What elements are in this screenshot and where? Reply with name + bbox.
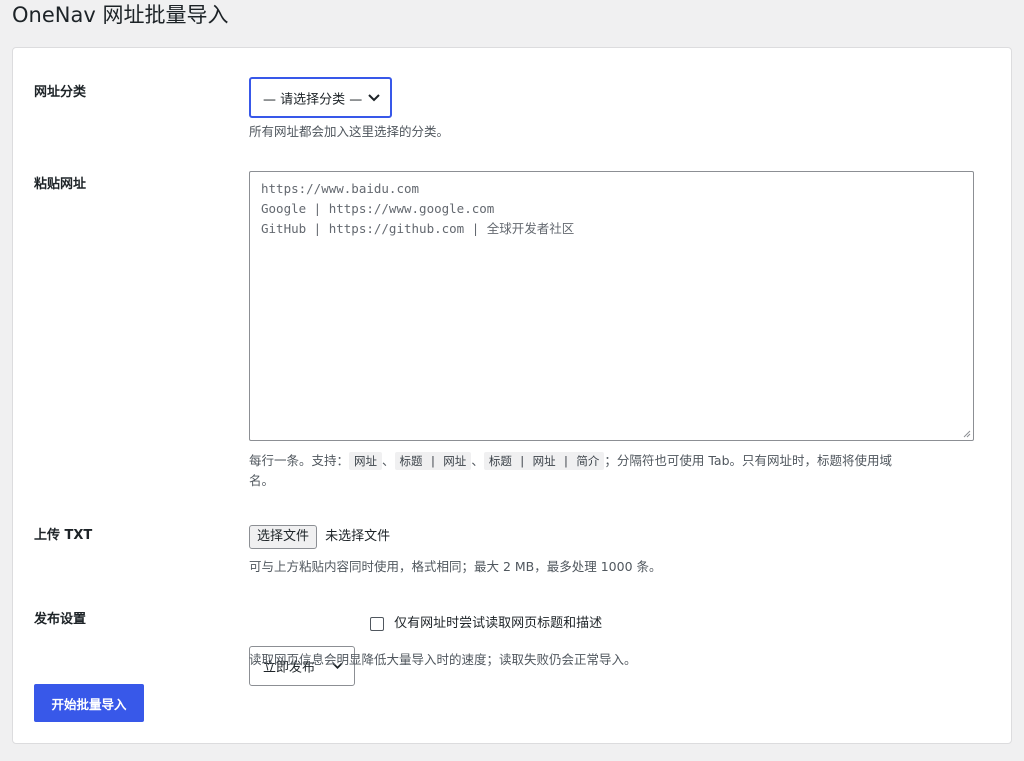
format-url: 网址: [349, 452, 383, 470]
placeholder-line: Google | https://www.google.com: [261, 201, 495, 216]
placeholder-line: GitHub | https://github.com | 全球开发者社区: [261, 221, 575, 236]
choose-file-button[interactable]: 选择文件: [249, 525, 318, 549]
category-select-value: — 请选择分类 —: [263, 92, 363, 107]
publish-label: 发布设置: [34, 612, 87, 627]
file-status: 未选择文件: [325, 529, 391, 544]
upload-label: 上传 TXT: [34, 528, 93, 543]
paste-label: 粘贴网址: [34, 177, 87, 192]
help-prefix: 每行一条。支持：: [249, 453, 350, 468]
help-suffix-end: 名。: [249, 473, 275, 488]
resize-handle-icon[interactable]: [963, 430, 971, 438]
category-description: 所有网址都会加入这里选择的分类。: [249, 124, 450, 139]
file-input: 选择文件 未选择文件: [249, 525, 390, 549]
category-select[interactable]: — 请选择分类 —: [249, 77, 392, 118]
help-suffix: ；分隔符也可使用 Tab。只有网址时，标题将使用域: [604, 453, 893, 468]
format-title-url-desc: 标题 | 网址 | 简介: [483, 452, 605, 470]
help-sep: 、: [382, 453, 395, 468]
urls-textarea[interactable]: https://www.baidu.com Google | https://w…: [249, 171, 974, 441]
paste-help: 每行一条。支持： 网址、标题 | 网址、标题 | 网址 | 简介 ；分隔符也可使用 …: [249, 451, 974, 491]
start-import-button[interactable]: 开始批量导入: [34, 684, 144, 722]
help-sep: 、: [471, 453, 484, 468]
format-title-url: 标题 | 网址: [394, 452, 472, 470]
category-label: 网址分类: [34, 85, 87, 100]
publish-description: 读取网页信息会明显降低大量导入时的速度；读取失败仍会正常导入。: [249, 652, 637, 667]
fetch-meta-checkbox[interactable]: [370, 617, 384, 631]
page-title: OneNav 网址批量导入: [12, 3, 229, 27]
placeholder-line: https://www.baidu.com: [261, 181, 420, 196]
upload-description: 可与上方粘贴内容同时使用，格式相同；最大 2 MB，最多处理 1000 条。: [249, 559, 662, 574]
fetch-meta-label[interactable]: 仅有网址时尝试读取网页标题和描述: [394, 616, 602, 631]
chevron-down-icon: [368, 93, 380, 101]
fetch-meta-option[interactable]: 仅有网址时尝试读取网页标题和描述: [370, 616, 602, 633]
